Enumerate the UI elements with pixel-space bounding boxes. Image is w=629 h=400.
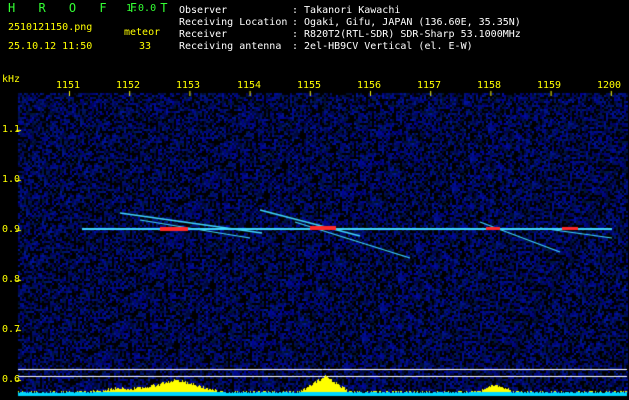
freq-tick-label: 1157 bbox=[417, 80, 442, 91]
hrofft-window: H R O F F T 1.0.0 2510121150.png meteor … bbox=[0, 0, 629, 400]
freq-tick-label: 1158 bbox=[477, 80, 502, 91]
freq-tick-label: 1151 bbox=[56, 80, 81, 91]
filename: 2510121150.png bbox=[8, 22, 93, 33]
spectrogram-canvas bbox=[0, 0, 629, 400]
info-label-observer: Observer bbox=[179, 5, 228, 16]
info-value-receiver: : R820T2(RTL-SDR) SDR-Sharp 53.1000MHz bbox=[292, 29, 521, 40]
mode-label: meteor bbox=[124, 27, 161, 38]
datetime: 25.10.12 11:50 bbox=[8, 41, 93, 52]
app-version: 1.0.0 bbox=[126, 3, 157, 14]
info-label-receiver: Receiver bbox=[179, 29, 228, 40]
freq-tick-label: 1156 bbox=[357, 80, 382, 91]
mode-count: 33 bbox=[139, 41, 152, 52]
y-tick-label: 0.9 bbox=[2, 224, 21, 235]
y-tick-label: 1.1 bbox=[2, 124, 21, 135]
info-value-antenna: : 2el-HB9CV Vertical (el. E-W) bbox=[292, 41, 473, 52]
info-label-antenna: Receiving antenna bbox=[179, 41, 282, 52]
y-tick-label: 0.6 bbox=[2, 374, 21, 385]
info-value-observer: : Takanori Kawachi bbox=[292, 5, 401, 16]
freq-tick-label: 1155 bbox=[297, 80, 322, 91]
info-label-location: Receiving Location bbox=[179, 17, 288, 28]
freq-tick-label: 1159 bbox=[537, 80, 562, 91]
info-value-location: : Ogaki, Gifu, JAPAN (136.60E, 35.35N) bbox=[292, 17, 521, 28]
freq-tick-label: 1153 bbox=[176, 80, 201, 91]
x-unit-label: kHz bbox=[2, 74, 21, 85]
y-tick-label: 0.7 bbox=[2, 324, 21, 335]
freq-tick-label: 1152 bbox=[116, 80, 141, 91]
freq-tick-label: 1154 bbox=[237, 80, 262, 91]
y-tick-label: 0.8 bbox=[2, 274, 21, 285]
freq-tick-label: 1200 bbox=[597, 80, 622, 91]
y-tick-label: 1.0 bbox=[2, 174, 21, 185]
